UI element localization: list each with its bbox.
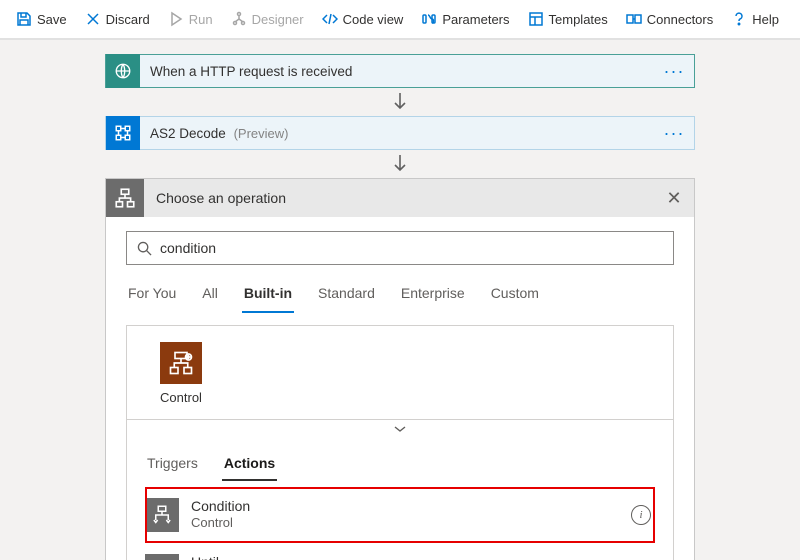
- preview-badge: (Preview): [234, 126, 289, 141]
- expand-toggle[interactable]: [127, 419, 673, 437]
- panel-title: Choose an operation: [144, 190, 654, 206]
- codeview-label: Code view: [343, 12, 404, 27]
- panel-header: Choose an operation ✕: [106, 179, 694, 217]
- action-results: Condition Control i Until Control i: [127, 481, 673, 560]
- save-button[interactable]: Save: [8, 7, 75, 31]
- discard-label: Discard: [106, 12, 150, 27]
- search-input[interactable]: [160, 240, 663, 256]
- templates-button[interactable]: Templates: [520, 7, 616, 31]
- tab-for-you[interactable]: For You: [126, 279, 178, 313]
- tab-builtin[interactable]: Built-in: [242, 279, 294, 313]
- until-action-row[interactable]: Until Control i: [145, 543, 655, 560]
- control-connector[interactable]: Control: [145, 342, 217, 405]
- http-trigger-title: When a HTTP request is received: [140, 64, 654, 79]
- connectors-button[interactable]: Connectors: [618, 7, 721, 31]
- tab-standard[interactable]: Standard: [316, 279, 377, 313]
- help-icon: [731, 11, 747, 27]
- tab-custom[interactable]: Custom: [489, 279, 541, 313]
- until-name: Until: [191, 554, 619, 560]
- help-button[interactable]: Help: [723, 7, 787, 31]
- arrow-icon: [105, 154, 695, 174]
- as2-decode-step[interactable]: AS2 Decode (Preview) ···: [105, 116, 695, 150]
- until-icon: [145, 554, 179, 560]
- run-button: Run: [160, 7, 221, 31]
- command-toolbar: Save Discard Run Designer Code view Para…: [0, 0, 800, 40]
- operation-icon: [106, 179, 144, 217]
- search-icon: [137, 241, 152, 256]
- discard-button[interactable]: Discard: [77, 7, 158, 31]
- discard-icon: [85, 11, 101, 27]
- globe-icon: [106, 54, 140, 88]
- help-label: Help: [752, 12, 779, 27]
- as2-decode-title: AS2 Decode (Preview): [140, 126, 654, 141]
- close-button[interactable]: ✕: [654, 188, 694, 209]
- run-icon: [168, 11, 184, 27]
- code-icon: [322, 11, 338, 27]
- more-button[interactable]: ···: [654, 61, 694, 82]
- codeview-button[interactable]: Code view: [314, 7, 412, 31]
- connectors-label: Connectors: [647, 12, 713, 27]
- more-button[interactable]: ···: [654, 123, 694, 144]
- parameters-label: Parameters: [442, 12, 509, 27]
- workflow-canvas: When a HTTP request is received ··· AS2 …: [0, 40, 800, 560]
- save-label: Save: [37, 12, 67, 27]
- designer-label: Designer: [252, 12, 304, 27]
- arrow-icon: [105, 92, 695, 112]
- tab-all[interactable]: All: [200, 279, 220, 313]
- control-connector-label: Control: [160, 390, 202, 405]
- designer-icon: [231, 11, 247, 27]
- connector-grid: Control Triggers Actions Condition Contr…: [126, 325, 674, 560]
- templates-icon: [528, 11, 544, 27]
- templates-label: Templates: [549, 12, 608, 27]
- connector-filter-tabs: For You All Built-in Standard Enterprise…: [126, 279, 674, 313]
- condition-sub: Control: [191, 515, 619, 531]
- condition-icon: [145, 498, 179, 532]
- tab-triggers[interactable]: Triggers: [145, 447, 200, 481]
- parameters-button[interactable]: Parameters: [413, 7, 517, 31]
- info-icon[interactable]: i: [631, 505, 651, 525]
- condition-action-row[interactable]: Condition Control i: [145, 487, 655, 543]
- connectors-icon: [626, 11, 642, 27]
- designer-button: Designer: [223, 7, 312, 31]
- condition-name: Condition: [191, 498, 619, 516]
- parameters-icon: [421, 11, 437, 27]
- tab-actions[interactable]: Actions: [222, 447, 277, 481]
- choose-operation-panel: Choose an operation ✕ For You All Built-…: [105, 178, 695, 560]
- save-icon: [16, 11, 32, 27]
- trigger-action-tabs: Triggers Actions: [127, 447, 673, 481]
- search-input-wrapper[interactable]: [126, 231, 674, 265]
- run-label: Run: [189, 12, 213, 27]
- tab-enterprise[interactable]: Enterprise: [399, 279, 467, 313]
- as2-icon: [106, 116, 140, 150]
- http-trigger-step[interactable]: When a HTTP request is received ···: [105, 54, 695, 88]
- control-tile-icon: [160, 342, 202, 384]
